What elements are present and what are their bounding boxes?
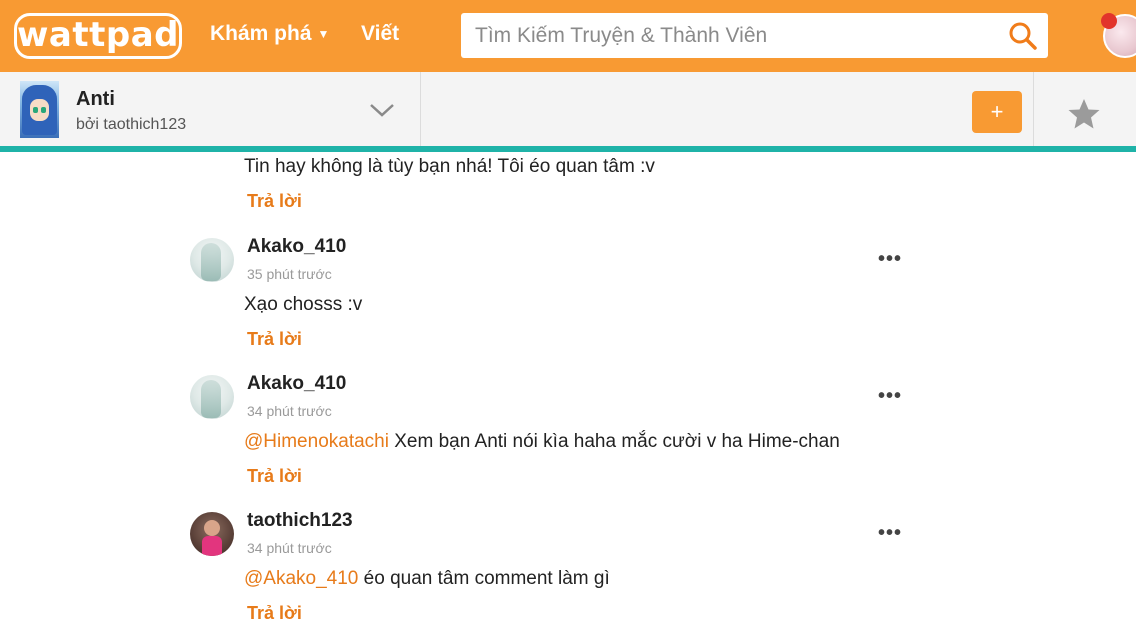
star-vote-icon[interactable] [1066, 96, 1102, 132]
write-link[interactable]: Viết [361, 22, 399, 46]
comment-text: @Akako_410 éo quan tâm comment làm gì [244, 568, 610, 590]
notification-dot [1101, 13, 1117, 29]
reply-link[interactable]: Trả lời [247, 603, 302, 624]
comments-list: Tin hay không là tùy bạn nhá! Tôi éo qua… [0, 152, 1136, 640]
mention-link[interactable]: @Akako_410 [244, 568, 358, 589]
search-input[interactable] [461, 13, 1001, 58]
divider [1033, 72, 1034, 146]
comment-body: éo quan tâm comment làm gì [358, 568, 610, 589]
comment-text: Tin hay không là tùy bạn nhá! Tôi éo qua… [244, 156, 655, 177]
avatar[interactable] [190, 375, 234, 419]
wattpad-logo[interactable]: wattpad [14, 13, 182, 59]
comment-username[interactable]: taothich123 [247, 510, 353, 532]
caret-down-icon: ▼ [317, 27, 330, 42]
more-options-icon[interactable]: ••• [878, 385, 902, 408]
divider [420, 72, 421, 146]
comment-text: @Himenokatachi Xem bạn Anti nói kìa haha… [244, 431, 840, 453]
discover-label: Khám phá [210, 22, 312, 45]
comment-username[interactable]: Akako_410 [247, 373, 346, 395]
reply-link[interactable]: Trả lời [247, 191, 302, 212]
search-box [461, 13, 1048, 58]
comment-timestamp: 34 phút trước [247, 540, 332, 556]
mention-link[interactable]: @Himenokatachi [244, 431, 389, 452]
reply-link[interactable]: Trả lời [247, 329, 302, 350]
chevron-down-icon[interactable] [368, 101, 396, 119]
story-title[interactable]: Anti [76, 88, 115, 111]
top-navbar: wattpad Khám phá ▼ Viết [0, 0, 1136, 72]
avatar[interactable] [190, 512, 234, 556]
comment-timestamp: 35 phút trước [247, 266, 332, 282]
reply-link[interactable]: Trả lời [247, 466, 302, 487]
avatar[interactable] [190, 238, 234, 282]
comment-text: Xạo chosss :v [244, 294, 363, 315]
story-author[interactable]: bởi taothich123 [76, 116, 186, 134]
more-options-icon[interactable]: ••• [878, 248, 902, 271]
add-to-library-button[interactable]: + [972, 91, 1022, 133]
comment-username[interactable]: Akako_410 [247, 236, 346, 258]
discover-menu[interactable]: Khám phá ▼ [210, 22, 329, 46]
story-header: Anti bởi taothich123 + [0, 72, 1136, 146]
more-options-icon[interactable]: ••• [878, 522, 902, 545]
story-cover-image[interactable] [20, 81, 59, 138]
search-icon[interactable] [1008, 21, 1038, 51]
comment-timestamp: 34 phút trước [247, 403, 332, 419]
comment-body: Xem bạn Anti nói kìa haha mắc cười v ha … [388, 431, 840, 452]
